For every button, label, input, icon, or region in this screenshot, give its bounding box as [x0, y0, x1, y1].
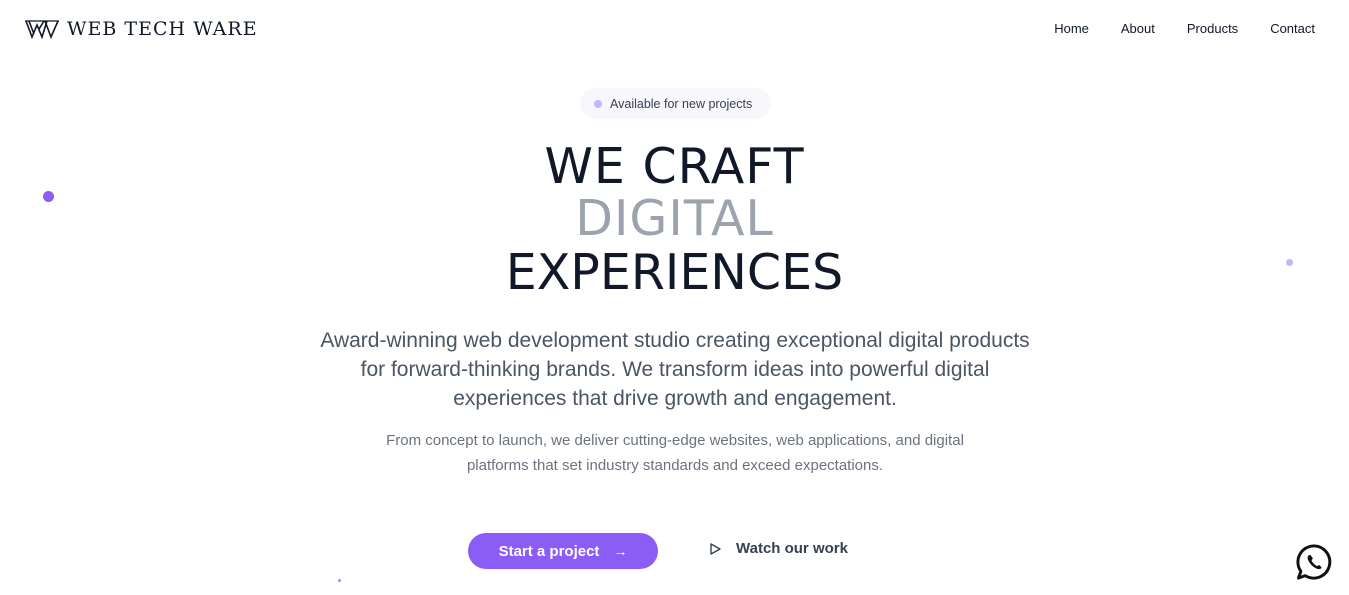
- decorative-dot: [43, 191, 54, 202]
- watch-our-work-label: Watch our work: [736, 540, 848, 557]
- availability-badge: Available for new projects: [580, 88, 771, 119]
- headline-line-3: EXPERIENCES: [505, 244, 844, 301]
- nav-links: Home About Products Contact: [1054, 21, 1315, 36]
- arrow-right-icon: →: [613, 543, 628, 559]
- headline-line-1: WE CRAFT: [544, 138, 805, 195]
- decorative-dot: [1286, 259, 1293, 266]
- availability-text: Available for new projects: [610, 96, 753, 111]
- top-navigation: WEB TECH WARE Home About Products Contac…: [0, 0, 1349, 60]
- headline-line-2: DIGITAL: [575, 190, 774, 247]
- watch-our-work-button[interactable]: Watch our work: [708, 540, 848, 557]
- hero-lead-text: Award-winning web development studio cre…: [320, 329, 1030, 410]
- hero-sub-text: From concept to launch, we deliver cutti…: [386, 432, 964, 474]
- nav-contact-link[interactable]: Contact: [1270, 21, 1315, 36]
- start-project-label: Start a project: [498, 542, 600, 560]
- play-icon: [710, 542, 721, 555]
- nav-about-link[interactable]: About: [1121, 21, 1155, 36]
- decorative-dot: [338, 579, 341, 582]
- status-dot: [594, 99, 602, 108]
- brand-name: WEB TECH WARE: [67, 18, 258, 40]
- wtw-monogram-icon: [25, 20, 59, 40]
- brand-logo[interactable]: WEB TECH WARE: [25, 17, 258, 41]
- whatsapp-icon[interactable]: [1295, 543, 1334, 582]
- start-project-button[interactable]: Start a project →: [468, 533, 658, 569]
- nav-home-link[interactable]: Home: [1054, 21, 1089, 36]
- nav-products-link[interactable]: Products: [1187, 21, 1238, 36]
